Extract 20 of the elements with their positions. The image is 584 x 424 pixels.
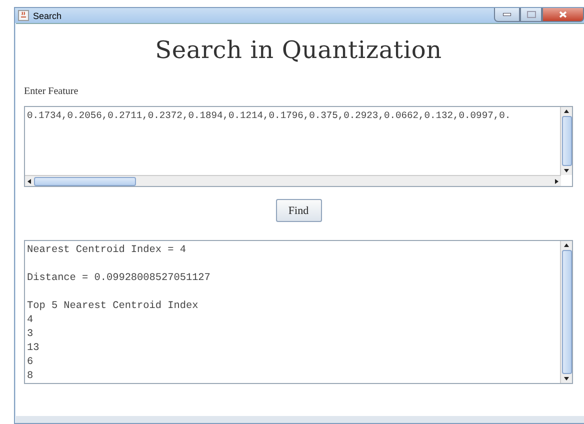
result-area[interactable]: Nearest Centroid Index = 4 Distance = 0.09928008527051127 Top 5 Nearest Centroid Index 4 3 13 6 8	[24, 240, 573, 384]
scroll-left-icon[interactable]	[25, 176, 34, 186]
java-app-icon	[18, 10, 29, 21]
minimize-button[interactable]	[494, 8, 520, 22]
scroll-thumb[interactable]	[562, 250, 572, 374]
close-icon	[559, 11, 567, 18]
find-button[interactable]: Find	[276, 199, 322, 222]
field-label: Enter Feature	[24, 86, 78, 97]
minimize-icon	[503, 13, 511, 16]
maximize-icon	[526, 11, 536, 18]
scroll-thumb[interactable]	[34, 176, 136, 186]
scroll-right-icon[interactable]	[552, 176, 561, 186]
scroll-thumb[interactable]	[562, 116, 572, 166]
vertical-scrollbar[interactable]	[560, 241, 572, 383]
close-button[interactable]	[542, 8, 584, 22]
horizontal-scrollbar[interactable]	[25, 175, 561, 186]
page-heading: Search in Quantization	[154, 36, 443, 64]
window-title: Search	[33, 10, 62, 20]
vertical-scrollbar[interactable]	[560, 107, 572, 175]
feature-field[interactable]: 0.1734,0.2056,0.2711,0.2372,0.1894,0.1214,0.1796,0.375,0.2923,0.0662,0.132,0.0997,0.	[24, 106, 573, 187]
